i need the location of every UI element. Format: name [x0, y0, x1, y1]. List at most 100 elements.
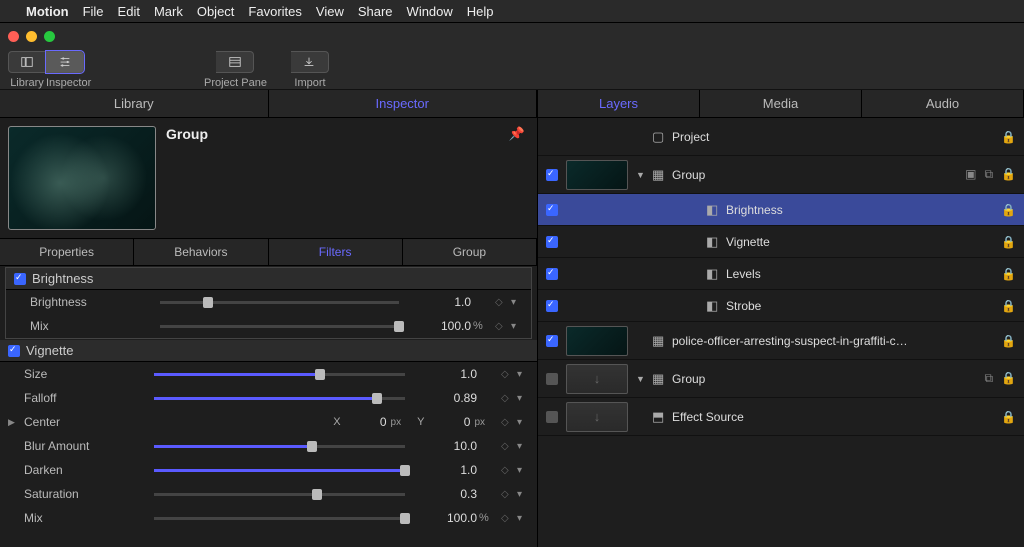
center-y-value[interactable]: 0 — [428, 415, 470, 429]
menu-mark[interactable]: Mark — [154, 4, 183, 19]
vignette-enable-checkbox[interactable] — [8, 345, 20, 357]
param-menu-icon[interactable]: ▾ — [517, 465, 529, 476]
lock-icon[interactable]: 🔒 — [1001, 167, 1016, 182]
layer-visible-checkbox[interactable] — [546, 204, 558, 216]
keyframe-icon[interactable]: ◇ — [495, 321, 511, 332]
layer-group2-row[interactable]: ↓ ▼ ▦ Group ⧉🔒 — [538, 360, 1024, 398]
vignette-mix-slider[interactable] — [154, 517, 405, 520]
disclosure-triangle-icon[interactable]: ▼ — [636, 374, 652, 384]
brightness-mix-slider[interactable] — [160, 325, 399, 328]
library-toggle-button[interactable] — [8, 51, 46, 73]
param-menu-icon[interactable]: ▾ — [517, 417, 529, 428]
layer-visible-checkbox[interactable] — [546, 300, 558, 312]
layer-clip-row[interactable]: ▦ police-officer-arresting-suspect-in-gr… — [538, 322, 1024, 360]
lock-icon[interactable]: 🔒 — [1001, 299, 1016, 313]
layer-visible-checkbox[interactable] — [546, 335, 558, 347]
tab-inspector[interactable]: Inspector — [269, 90, 538, 117]
lock-icon[interactable]: 🔒 — [1001, 371, 1016, 386]
subtab-properties[interactable]: Properties — [0, 239, 134, 265]
menu-help[interactable]: Help — [467, 4, 494, 19]
param-menu-icon[interactable]: ▾ — [511, 297, 523, 308]
size-value[interactable]: 1.0 — [415, 367, 477, 381]
brightness-slider[interactable] — [160, 301, 399, 304]
menu-window[interactable]: Window — [407, 4, 453, 19]
layer-visible-checkbox[interactable] — [546, 373, 558, 385]
layer-visible-checkbox[interactable] — [546, 236, 558, 248]
filter-icon: ◧ — [706, 202, 726, 218]
falloff-value[interactable]: 0.89 — [415, 391, 477, 405]
subtab-behaviors[interactable]: Behaviors — [134, 239, 268, 265]
menu-edit[interactable]: Edit — [118, 4, 140, 19]
falloff-slider[interactable] — [154, 397, 405, 400]
layer-brightness-row[interactable]: ◧ Brightness 🔒 — [538, 194, 1024, 226]
subtab-filters[interactable]: Filters — [269, 239, 403, 265]
brightness-value[interactable]: 1.0 — [409, 295, 471, 309]
tab-audio[interactable]: Audio — [862, 90, 1024, 117]
import-button[interactable] — [291, 51, 329, 73]
layer-name: Brightness — [726, 203, 1001, 217]
subtab-group[interactable]: Group — [403, 239, 537, 265]
disclosure-triangle-icon[interactable]: ▶ — [8, 417, 22, 428]
param-menu-icon[interactable]: ▾ — [517, 489, 529, 500]
overlap-icon[interactable]: ⧉ — [984, 371, 993, 386]
blur-slider[interactable] — [154, 445, 405, 448]
layer-vignette-row[interactable]: ◧ Vignette 🔒 — [538, 226, 1024, 258]
keyframe-icon[interactable]: ◇ — [501, 369, 517, 380]
keyframe-icon[interactable]: ◇ — [501, 489, 517, 500]
size-slider[interactable] — [154, 373, 405, 376]
app-name[interactable]: Motion — [26, 4, 69, 19]
lock-icon[interactable]: 🔒 — [1001, 267, 1016, 281]
layer-visible-checkbox[interactable] — [546, 169, 558, 181]
keyframe-icon[interactable]: ◇ — [501, 513, 517, 524]
zoom-window-button[interactable] — [44, 31, 55, 42]
tab-library[interactable]: Library — [0, 90, 269, 117]
vignette-mix-value[interactable]: 100.0 — [415, 511, 477, 525]
lock-icon[interactable]: 🔒 — [1001, 334, 1016, 348]
blur-value[interactable]: 10.0 — [415, 439, 477, 453]
overlap-icon[interactable]: ⧉ — [984, 167, 993, 182]
layer-visible-checkbox[interactable] — [546, 411, 558, 423]
param-menu-icon[interactable]: ▾ — [511, 321, 523, 332]
layer-strobe-row[interactable]: ◧ Strobe 🔒 — [538, 290, 1024, 322]
inspector-toggle-button[interactable] — [46, 51, 84, 73]
lock-icon[interactable]: 🔒 — [1001, 235, 1016, 249]
tab-media[interactable]: Media — [700, 90, 862, 117]
param-menu-icon[interactable]: ▾ — [517, 513, 529, 524]
lock-icon[interactable]: 🔒 — [1001, 130, 1016, 144]
layer-group-row[interactable]: ▼ ▦ Group ▣⧉🔒 — [538, 156, 1024, 194]
layer-project-row[interactable]: ▢ Project 🔒 — [538, 118, 1024, 156]
param-menu-icon[interactable]: ▾ — [517, 369, 529, 380]
center-x-value[interactable]: 0 — [345, 415, 387, 429]
pin-icon[interactable]: 📌 — [509, 126, 525, 142]
menu-view[interactable]: View — [316, 4, 344, 19]
darken-value[interactable]: 1.0 — [415, 463, 477, 477]
layer-effect-source-row[interactable]: ↓ ⬒ Effect Source 🔒 — [538, 398, 1024, 436]
disclosure-triangle-icon[interactable]: ▼ — [636, 170, 652, 180]
menu-share[interactable]: Share — [358, 4, 393, 19]
brightness-mix-value[interactable]: 100.0 — [409, 319, 471, 333]
param-menu-icon[interactable]: ▾ — [517, 441, 529, 452]
layer-visible-checkbox[interactable] — [546, 268, 558, 280]
keyframe-icon[interactable]: ◇ — [501, 441, 517, 452]
close-window-button[interactable] — [8, 31, 19, 42]
minimize-window-button[interactable] — [26, 31, 37, 42]
brightness-enable-checkbox[interactable] — [14, 273, 26, 285]
tab-layers[interactable]: Layers — [538, 90, 700, 117]
layer-levels-row[interactable]: ◧ Levels 🔒 — [538, 258, 1024, 290]
menu-object[interactable]: Object — [197, 4, 235, 19]
menu-file[interactable]: File — [83, 4, 104, 19]
keyframe-icon[interactable]: ◇ — [501, 417, 517, 428]
lock-icon[interactable]: 🔒 — [1001, 203, 1016, 217]
saturation-slider[interactable] — [154, 493, 405, 496]
param-menu-icon[interactable]: ▾ — [517, 393, 529, 404]
keyframe-icon[interactable]: ◇ — [501, 393, 517, 404]
saturation-value[interactable]: 0.3 — [415, 487, 477, 501]
y-axis-label: Y — [417, 416, 424, 428]
stack-icon[interactable]: ▣ — [965, 167, 976, 182]
menu-favorites[interactable]: Favorites — [248, 4, 301, 19]
project-pane-button[interactable] — [216, 51, 254, 73]
darken-slider[interactable] — [154, 469, 405, 472]
keyframe-icon[interactable]: ◇ — [501, 465, 517, 476]
keyframe-icon[interactable]: ◇ — [495, 297, 511, 308]
lock-icon[interactable]: 🔒 — [1001, 410, 1016, 424]
